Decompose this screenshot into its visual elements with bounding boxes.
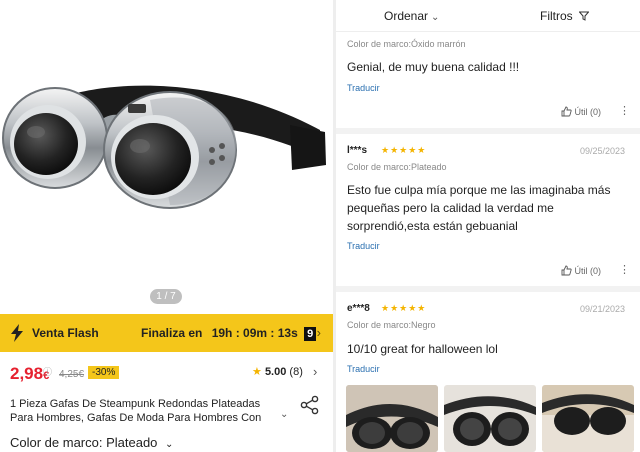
countdown-seconds-box: 9: [304, 327, 317, 341]
divider: [336, 286, 640, 292]
review-color: Color de marco:Plateado: [347, 162, 447, 172]
lightning-bolt-icon: [11, 324, 23, 342]
reviews-toolbar: Ordenar ⌄ Filtros: [336, 0, 640, 32]
thumbs-up-icon: [561, 265, 572, 276]
chevron-right-icon[interactable]: ›: [313, 364, 317, 379]
review-text: Esto fue culpa mía porque me las imagina…: [347, 183, 611, 233]
useful-button[interactable]: Útil (0): [561, 106, 601, 117]
useful-button[interactable]: Útil (0): [561, 265, 601, 276]
review-photos: [346, 385, 636, 452]
thumbs-up-icon: [561, 106, 572, 117]
translate-link[interactable]: Traducir: [347, 241, 380, 251]
rating-summary[interactable]: ★ 5.00 (8): [252, 365, 303, 378]
sort-label: Ordenar: [384, 9, 429, 23]
review-color: Color de marco:Óxido marrón: [347, 39, 466, 49]
reviewer-name: l***s: [347, 145, 368, 156]
panel-divider: [333, 0, 336, 452]
sort-button[interactable]: Ordenar ⌄: [384, 9, 439, 23]
more-dots-icon[interactable]: ⋮: [619, 263, 630, 276]
review-photo[interactable]: [542, 385, 634, 452]
reviews-panel: Ordenar ⌄ Filtros Color de marco:Óxido ma…: [336, 0, 640, 452]
review-photo[interactable]: [444, 385, 536, 452]
flash-sale-bar[interactable]: Venta Flash Finaliza en 19h : 09m : 13s …: [0, 314, 333, 352]
chevron-down-icon: ⌄: [431, 12, 440, 23]
divider: [336, 128, 640, 134]
review-color: Color de marco:Negro: [347, 320, 436, 330]
info-icon[interactable]: ⓘ: [43, 365, 52, 378]
chevron-right-icon: ›: [316, 325, 321, 340]
more-dots-icon[interactable]: ⋮: [619, 104, 630, 117]
reviewer-name: e***8: [347, 303, 370, 314]
share-icon[interactable]: [300, 395, 320, 415]
review-stars: ★★★★★: [381, 145, 427, 155]
color-selector-label: Color de marco: Plateado: [10, 435, 158, 450]
chevron-down-icon: ⌄: [165, 439, 174, 450]
goggles-illustration: [2, 85, 326, 209]
countdown-value: 19h : 09m : 13s: [211, 326, 298, 340]
review-text: Genial, de muy buena calidad !!!: [347, 60, 520, 74]
flash-sale-label: Venta Flash: [32, 326, 99, 340]
review-text: 10/10 great for halloween lol: [347, 342, 498, 356]
useful-count: Útil (0): [574, 107, 602, 117]
filter-button[interactable]: Filtros: [540, 9, 590, 23]
image-counter: 1 / 7: [150, 289, 182, 304]
color-selector[interactable]: Color de marco: Plateado ⌄: [10, 435, 173, 450]
price-row: 2,98€ ⓘ 4,25€ -30% ★ 5.00 (8) ›: [0, 360, 333, 386]
review-stars: ★★★★★: [381, 303, 427, 313]
review-date: 09/21/2023: [580, 304, 626, 314]
review-photo[interactable]: [346, 385, 438, 452]
flash-countdown: Finaliza en 19h : 09m : 13s 9: [141, 326, 317, 341]
useful-count: Útil (0): [574, 266, 602, 276]
review-date: 09/25/2023: [580, 146, 626, 156]
chevron-down-icon[interactable]: ⌄: [280, 409, 288, 420]
filter-label: Filtros: [540, 9, 573, 23]
original-price: 4,25€: [59, 369, 85, 380]
translate-link[interactable]: Traducir: [347, 364, 380, 374]
product-panel: 1 / 7 Venta Flash Finaliza en 19h : 09m …: [0, 0, 333, 452]
rating-value: 5.00: [264, 366, 287, 378]
rating-count: (8): [289, 366, 303, 378]
product-title: 1 Pieza Gafas De Steampunk Redondas Plat…: [10, 398, 262, 424]
star-icon: ★: [252, 366, 262, 378]
countdown-prefix: Finaliza en: [141, 326, 203, 340]
discount-badge: -30%: [88, 366, 120, 379]
product-image[interactable]: 1 / 7: [0, 0, 333, 312]
translate-link[interactable]: Traducir: [347, 83, 380, 93]
funnel-icon: [578, 11, 590, 21]
